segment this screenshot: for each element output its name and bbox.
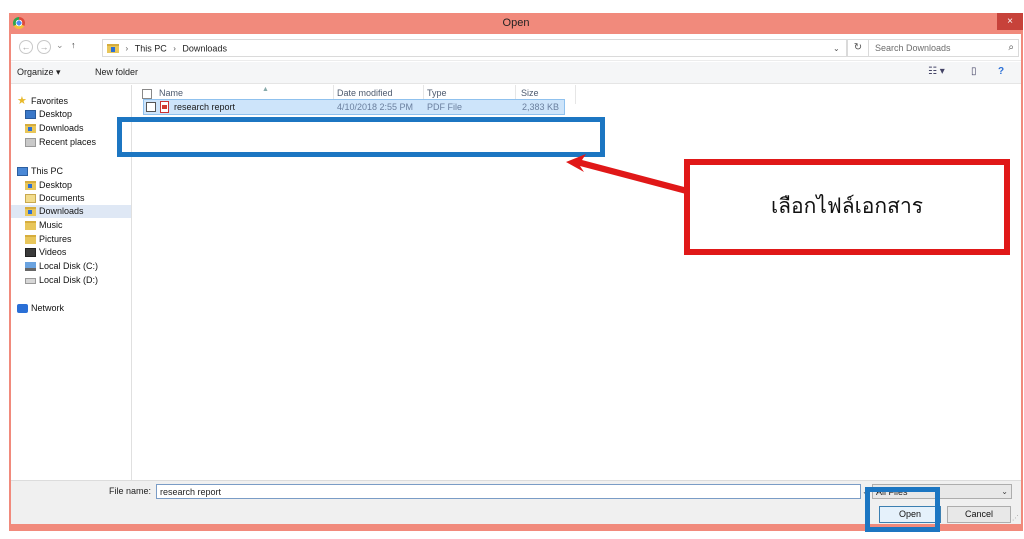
help-icon[interactable]: ? xyxy=(998,66,1004,77)
nav-label: Favorites xyxy=(31,96,69,106)
desktop-icon xyxy=(25,110,36,119)
nav-label: Desktop xyxy=(39,109,73,119)
nav-label: Local Disk (C:) xyxy=(39,261,99,271)
select-all-checkbox[interactable] xyxy=(142,89,152,99)
refresh-button[interactable]: ↻ xyxy=(847,39,869,57)
forward-button[interactable]: → xyxy=(37,40,51,54)
downloads-folder-icon xyxy=(107,44,119,54)
sort-ascending-icon: ▲ xyxy=(262,86,269,93)
chevron-down-icon[interactable]: ⌄ xyxy=(1001,487,1008,496)
nav-pictures[interactable]: Pictures xyxy=(11,233,131,246)
command-bar: Organize ▾ New folder ☷ ▾ ▯ ? xyxy=(11,62,1021,84)
pictures-folder-icon xyxy=(25,235,36,244)
nav-label: Pictures xyxy=(39,234,72,244)
open-dialog-window: Open × ← → ⌄ ↑ › This PC › Downloads ⌄ ↻… xyxy=(9,13,1023,531)
nav-downloads[interactable]: Downloads xyxy=(11,122,131,135)
search-placeholder: Search Downloads xyxy=(875,43,951,53)
nav-label: This PC xyxy=(31,166,64,176)
nav-label: Videos xyxy=(39,247,67,257)
nav-desktop[interactable]: Desktop xyxy=(11,108,131,121)
file-row-research-report[interactable]: research report 4/10/2018 2:55 PM PDF Fi… xyxy=(143,99,565,115)
callout-text: เลือกไฟล์เอกสาร xyxy=(770,195,924,218)
new-folder-button[interactable]: New folder xyxy=(95,67,138,77)
close-button[interactable]: × xyxy=(997,13,1023,30)
network-icon xyxy=(17,304,28,313)
search-icon[interactable]: ⌕ xyxy=(1008,42,1014,53)
drive-icon xyxy=(25,278,36,284)
file-size: 2,383 KB xyxy=(522,102,560,112)
file-name: research report xyxy=(174,102,236,112)
nav-label: Music xyxy=(39,220,63,230)
breadcrumb-downloads[interactable]: Downloads xyxy=(182,44,227,54)
file-name-dropdown-icon[interactable]: ⌄ xyxy=(862,484,872,499)
title-bar[interactable]: Open × xyxy=(9,13,1023,34)
file-name-field[interactable]: research report xyxy=(156,484,861,499)
breadcrumb[interactable]: › This PC › Downloads ⌄ xyxy=(102,39,847,57)
back-button[interactable]: ← xyxy=(19,40,33,54)
file-date: 4/10/2018 2:55 PM xyxy=(337,102,414,112)
nav-local-disk-d[interactable]: Local Disk (D:) xyxy=(11,274,131,287)
nav-videos[interactable]: Videos xyxy=(11,246,131,259)
pdf-file-icon xyxy=(160,101,169,113)
column-divider[interactable] xyxy=(575,85,576,104)
nav-favorites[interactable]: ★ Favorites xyxy=(11,95,131,108)
nav-label: Desktop xyxy=(39,180,73,190)
nav-this-pc[interactable]: This PC xyxy=(11,165,131,178)
nav-label: Downloads xyxy=(39,206,84,216)
instruction-callout: เลือกไฟล์เอกสาร xyxy=(684,159,1010,255)
hard-drive-icon xyxy=(25,262,36,271)
open-button[interactable]: Open xyxy=(879,506,941,523)
documents-folder-icon xyxy=(25,194,36,203)
up-button[interactable]: ↑ xyxy=(71,40,76,50)
downloads-folder-icon xyxy=(25,124,36,133)
dialog-body: ← → ⌄ ↑ › This PC › Downloads ⌄ ↻ Search… xyxy=(11,34,1021,524)
file-type-filter[interactable]: All Files ⌄ xyxy=(872,484,1012,499)
nav-label: Downloads xyxy=(39,123,84,133)
music-folder-icon xyxy=(25,221,36,230)
recent-places-icon xyxy=(25,138,36,147)
callout-arrow xyxy=(566,154,688,194)
cancel-button[interactable]: Cancel xyxy=(947,506,1011,523)
resize-grip-icon[interactable]: ⋰ xyxy=(1012,514,1019,522)
file-list: Name ▲ Date modified Type Size research … xyxy=(133,85,1021,480)
row-checkbox[interactable] xyxy=(146,102,156,112)
file-name-value: research report xyxy=(160,487,222,497)
search-input[interactable]: Search Downloads ⌕ xyxy=(868,39,1019,57)
nav-label: Network xyxy=(31,303,65,313)
file-type: PDF File xyxy=(427,102,463,112)
nav-network[interactable]: Network xyxy=(11,302,131,315)
nav-label: Documents xyxy=(39,193,85,203)
view-options-button[interactable]: ☷ ▾ xyxy=(928,66,945,77)
window-title: Open xyxy=(502,17,530,29)
file-name-label: File name: xyxy=(109,486,152,496)
address-bar: ← → ⌄ ↑ › This PC › Downloads ⌄ ↻ Search… xyxy=(11,34,1021,61)
breadcrumb-this-pc[interactable]: This PC xyxy=(135,44,167,54)
breadcrumb-separator: › xyxy=(125,44,129,54)
recent-locations-dropdown[interactable]: ⌄ xyxy=(56,40,64,51)
nav-music[interactable]: Music xyxy=(11,219,131,232)
nav-pc-desktop[interactable]: Desktop xyxy=(11,179,131,192)
nav-local-disk-c[interactable]: Local Disk (C:) xyxy=(11,260,131,273)
downloads-folder-icon xyxy=(25,207,36,216)
nav-label: Recent places xyxy=(39,137,97,147)
file-type-value: All Files xyxy=(876,487,908,497)
preview-pane-button[interactable]: ▯ xyxy=(971,66,977,77)
nav-documents[interactable]: Documents xyxy=(11,192,131,205)
organize-button[interactable]: Organize ▾ xyxy=(17,67,61,78)
videos-folder-icon xyxy=(25,248,36,257)
chevron-down-icon[interactable]: ⌄ xyxy=(833,44,840,53)
column-label: Name xyxy=(159,88,184,98)
nav-label: Local Disk (D:) xyxy=(39,275,99,285)
file-name-bar: File name: research report ⌄ All Files ⌄… xyxy=(11,480,1021,524)
nav-pc-downloads[interactable]: Downloads xyxy=(11,205,131,218)
navigation-pane: ★ Favorites Desktop Downloads Recent plac… xyxy=(11,85,132,480)
breadcrumb-separator: › xyxy=(173,44,176,54)
nav-recent-places[interactable]: Recent places xyxy=(11,136,131,149)
computer-icon xyxy=(17,167,28,176)
star-icon: ★ xyxy=(17,95,27,107)
desktop-folder-icon xyxy=(25,181,36,190)
